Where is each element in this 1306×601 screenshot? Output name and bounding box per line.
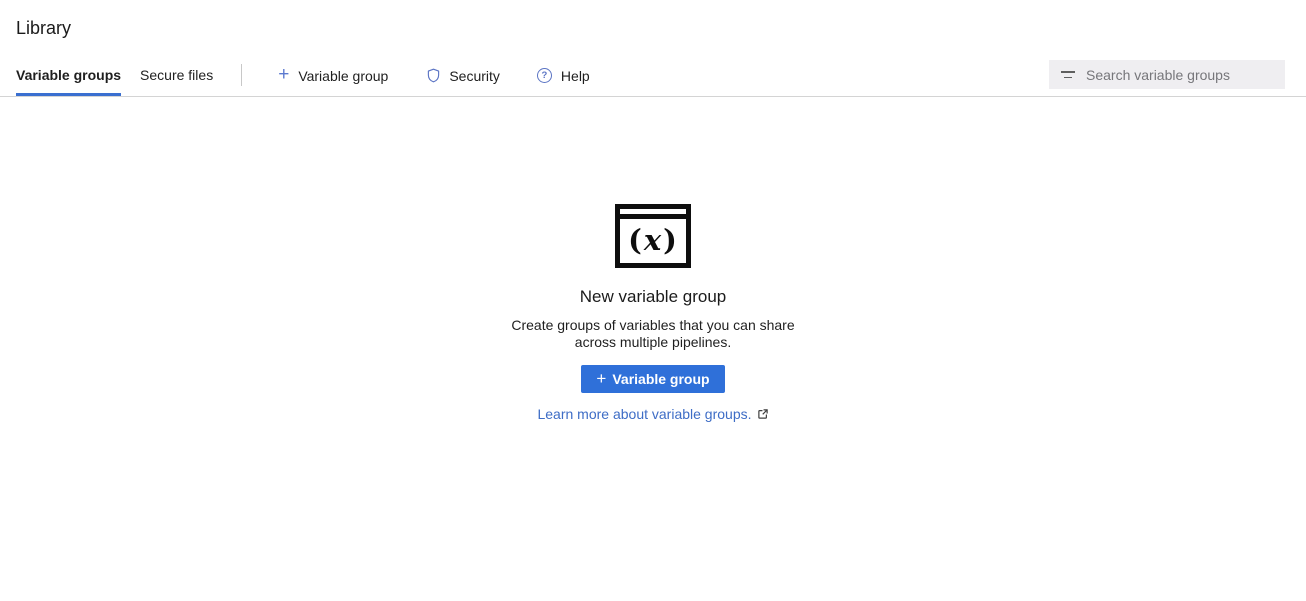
help-icon: ? (537, 68, 552, 83)
empty-state: ( x ) New variable group Create groups o… (0, 204, 1306, 422)
add-variable-group-button[interactable]: + Variable group (278, 53, 388, 96)
empty-state-description: Create groups of variables that you can … (511, 317, 794, 351)
shield-icon (427, 68, 440, 83)
plus-icon: + (278, 65, 289, 84)
search-input[interactable] (1086, 67, 1273, 83)
security-label: Security (449, 68, 500, 84)
learn-more-row: Learn more about variable groups. (537, 406, 768, 422)
paren-open-glyph: ( (628, 223, 643, 257)
paren-close-glyph: ) (663, 223, 678, 257)
external-link-icon (757, 408, 769, 420)
variable-group-primary-button-label: Variable group (612, 371, 709, 387)
security-button[interactable]: Security (427, 53, 500, 96)
help-icon-glyph: ? (542, 70, 548, 81)
variable-group-icon-titlebar (620, 209, 686, 219)
page-title: Library (16, 17, 1290, 39)
learn-more-link[interactable]: Learn more about variable groups. (537, 406, 751, 422)
empty-state-description-line1: Create groups of variables that you can … (511, 317, 794, 334)
tab-secure-files[interactable]: Secure files (140, 53, 213, 96)
tab-variable-groups-label: Variable groups (16, 67, 121, 83)
search-box[interactable] (1049, 60, 1285, 89)
variable-group-icon-body: ( x ) (620, 219, 686, 263)
tab-bar: Variable groups Secure files + Variable … (0, 53, 1306, 97)
variable-group-icon: ( x ) (615, 204, 691, 268)
plus-icon: + (596, 370, 606, 387)
variable-group-primary-button[interactable]: + Variable group (581, 365, 724, 393)
library-header: Library Variable groups Secure files + V… (0, 0, 1306, 97)
add-variable-group-label: Variable group (298, 68, 388, 84)
x-glyph: x (643, 223, 663, 257)
toolbar-divider (241, 64, 242, 86)
tab-variable-groups[interactable]: Variable groups (16, 53, 121, 96)
filter-icon (1061, 71, 1075, 78)
help-button[interactable]: ? Help (537, 53, 590, 96)
help-label: Help (561, 68, 590, 84)
empty-state-description-line2: across multiple pipelines. (511, 334, 794, 351)
tab-secure-files-label: Secure files (140, 67, 213, 83)
empty-state-title: New variable group (580, 287, 726, 307)
